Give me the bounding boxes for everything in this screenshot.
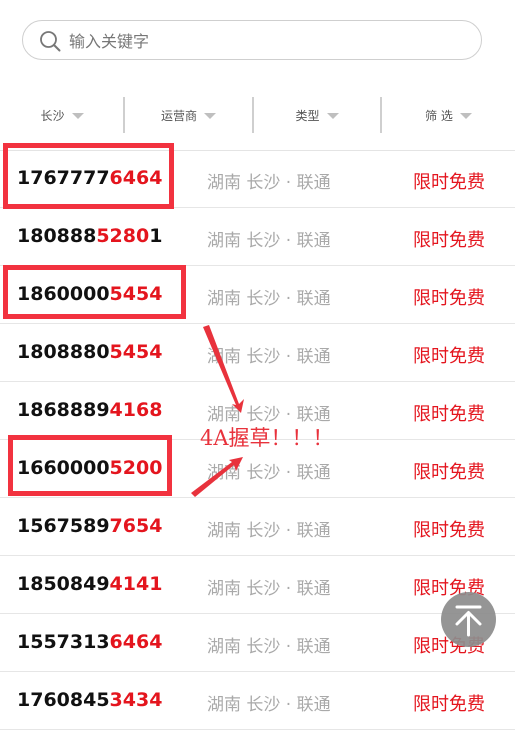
phone-number: 17677776464	[17, 167, 163, 189]
caret-down-icon	[326, 113, 339, 119]
list-item[interactable]: 18508494141 湖南 长沙 · 联通 限时免费	[0, 556, 515, 614]
filter-more[interactable]: 筛 选	[382, 80, 515, 150]
location-label: 湖南 长沙 · 联通	[207, 173, 331, 193]
phone-number: 17608453434	[17, 689, 163, 711]
phone-number: 15573136464	[17, 631, 163, 653]
search-box[interactable]	[22, 20, 482, 60]
filter-city-label: 长沙	[40, 108, 65, 123]
list-item[interactable]: 15573136464 湖南 长沙 · 联通 限时免费	[0, 614, 515, 672]
phone-number: 16600005200	[17, 457, 163, 479]
location-label: 湖南 长沙 · 联通	[207, 695, 331, 715]
back-to-top-button[interactable]	[441, 592, 496, 647]
location-label: 湖南 长沙 · 联通	[207, 463, 331, 483]
arrow-up-icon	[455, 605, 482, 637]
price-tag: 限时免费	[413, 462, 485, 483]
filter-more-label: 筛 选	[425, 108, 453, 123]
filter-operator[interactable]: 运营商	[125, 80, 252, 150]
filter-type[interactable]: 类型	[254, 80, 380, 150]
price-tag: 限时免费	[413, 346, 485, 367]
caret-down-icon	[204, 113, 216, 119]
search-input[interactable]	[67, 26, 451, 56]
filter-bar: 长沙 运营商 类型 筛 选	[0, 80, 515, 151]
search-icon	[40, 31, 61, 52]
caret-down-icon	[71, 113, 84, 119]
price-tag: 限时免费	[413, 694, 485, 715]
price-tag: 限时免费	[413, 520, 485, 541]
phone-number: 15675897654	[17, 515, 163, 537]
annotation-text: 4A握草！！！	[200, 426, 334, 450]
phone-number: 18088805454	[17, 341, 163, 363]
list-item[interactable]: 18600005454 湖南 长沙 · 联通 限时免费	[0, 266, 515, 324]
list-item[interactable]: 18088852801 湖南 长沙 · 联通 限时免费	[0, 208, 515, 266]
phone-number: 18688894168	[17, 399, 163, 421]
location-label: 湖南 长沙 · 联通	[207, 347, 331, 367]
price-tag: 限时免费	[413, 288, 485, 309]
filter-operator-label: 运营商	[160, 108, 197, 123]
price-tag: 限时免费	[413, 172, 485, 193]
phone-number: 18088852801	[17, 225, 163, 247]
search-bar	[0, 0, 515, 81]
list-item[interactable]: 18088805454 湖南 长沙 · 联通 限时免费	[0, 324, 515, 382]
location-label: 湖南 长沙 · 联通	[207, 579, 331, 599]
location-label: 湖南 长沙 · 联通	[207, 231, 331, 251]
caret-down-icon	[459, 113, 472, 119]
filter-type-label: 类型	[295, 108, 320, 123]
list-item[interactable]: 17677776464 湖南 长沙 · 联通 限时免费	[0, 150, 515, 208]
price-tag: 限时免费	[413, 404, 485, 425]
location-label: 湖南 长沙 · 联通	[207, 521, 331, 541]
phone-number: 18600005454	[17, 283, 163, 305]
phone-number: 18508494141	[17, 573, 163, 595]
filter-city[interactable]: 长沙	[0, 80, 124, 150]
price-tag: 限时免费	[413, 230, 485, 251]
list-item[interactable]: 17608453434 湖南 长沙 · 联通 限时免费	[0, 672, 515, 730]
list-item[interactable]: 15675897654 湖南 长沙 · 联通 限时免费	[0, 498, 515, 556]
location-label: 湖南 长沙 · 联通	[207, 637, 331, 657]
location-label: 湖南 长沙 · 联通	[207, 289, 331, 309]
